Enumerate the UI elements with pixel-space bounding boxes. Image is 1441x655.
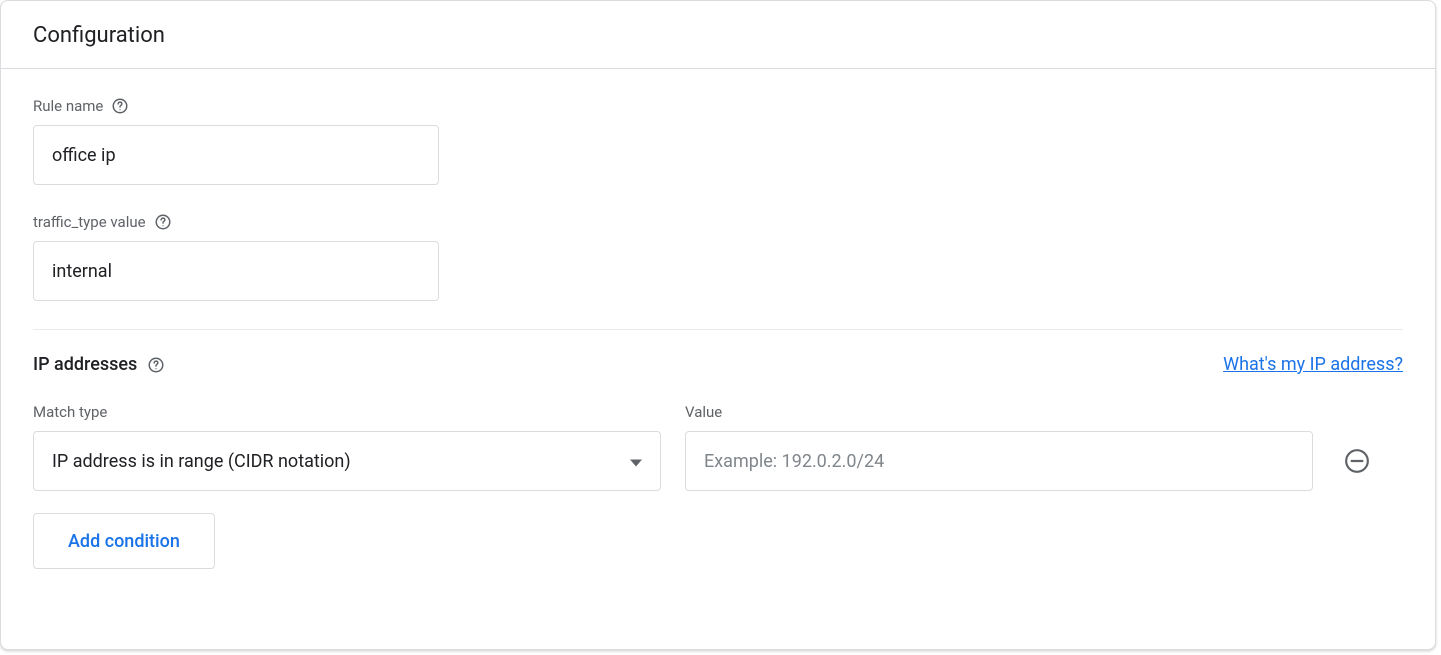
ip-section-title-wrap: IP addresses [33,354,165,375]
traffic-type-label: traffic_type value [33,213,146,231]
ip-value-input[interactable] [685,431,1313,491]
ip-addresses-title: IP addresses [33,354,137,375]
condition-row: Match type IP address is in range (CIDR … [33,403,1403,491]
help-icon[interactable] [147,356,165,374]
rule-name-label-row: Rule name [33,97,1403,115]
rule-name-input[interactable] [33,125,439,185]
traffic-type-field: traffic_type value [33,213,1403,301]
page-title: Configuration [33,23,165,48]
rule-name-label: Rule name [33,97,103,115]
value-label: Value [685,403,1313,421]
match-type-label: Match type [33,403,661,421]
traffic-type-input[interactable] [33,241,439,301]
whats-my-ip-link[interactable]: What's my IP address? [1223,354,1403,375]
rule-name-field: Rule name [33,97,1403,185]
remove-column [1337,431,1377,491]
match-type-column: Match type IP address is in range (CIDR … [33,403,661,491]
section-divider [33,329,1403,330]
remove-condition-button[interactable] [1343,447,1371,475]
chevron-down-icon [630,451,642,472]
card-header: Configuration [1,1,1435,69]
card-body: Rule name traffic_type value [1,69,1435,589]
value-column: Value [685,403,1313,491]
match-type-selected-value: IP address is in range (CIDR notation) [52,451,351,472]
help-icon[interactable] [154,213,172,231]
add-condition-button[interactable]: Add condition [33,513,215,569]
traffic-type-label-row: traffic_type value [33,213,1403,231]
match-type-select[interactable]: IP address is in range (CIDR notation) [33,431,661,491]
ip-section-header: IP addresses What's my IP address? [33,354,1403,375]
configuration-card: Configuration Rule name traffic_type val… [0,0,1436,650]
help-icon[interactable] [111,97,129,115]
